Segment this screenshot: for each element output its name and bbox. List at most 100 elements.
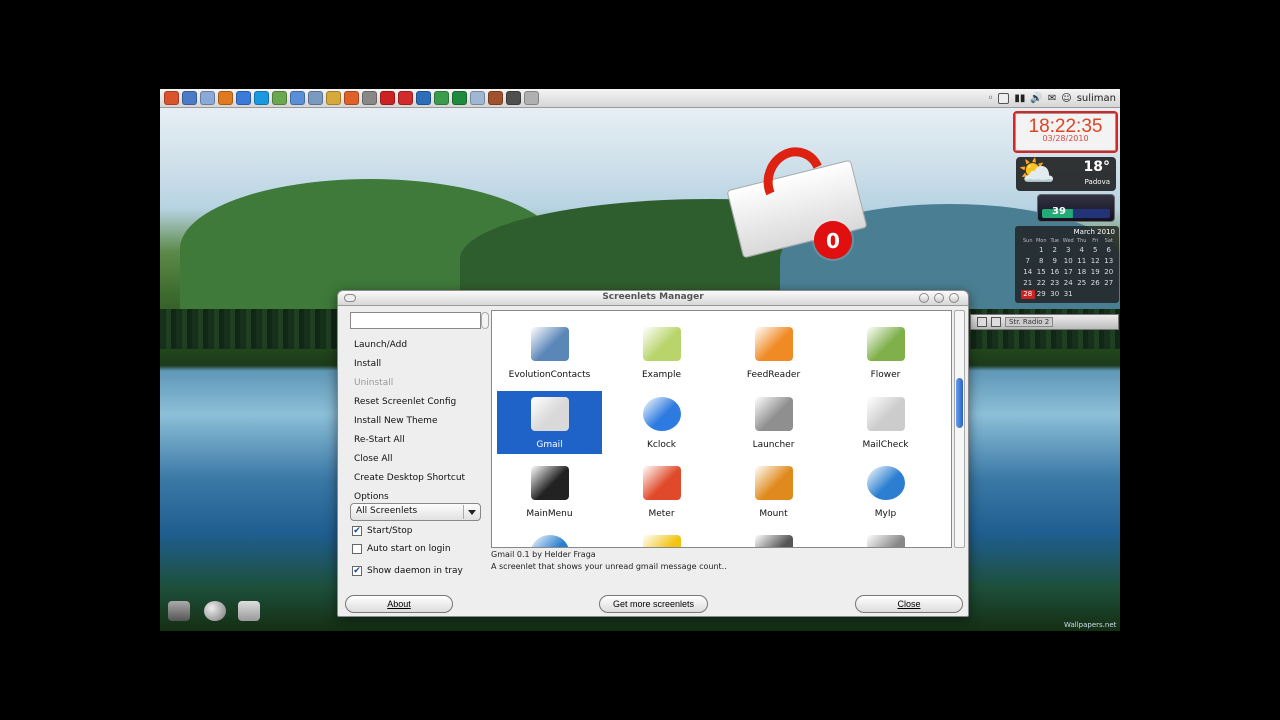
- calendar-day[interactable]: 29: [1035, 290, 1049, 299]
- calendar-day[interactable]: 7: [1021, 257, 1035, 266]
- filter-dropdown[interactable]: All Screenlets: [350, 503, 481, 521]
- calendar-day[interactable]: 6: [1102, 246, 1116, 255]
- screenlet-item[interactable]: Meter: [609, 460, 714, 523]
- checkbox-checked-icon[interactable]: ✔: [352, 526, 362, 536]
- meter-widget[interactable]: 39: [1037, 194, 1115, 222]
- checkbox-unchecked-icon[interactable]: [352, 544, 362, 554]
- calendar-day[interactable]: 3: [1062, 246, 1076, 255]
- checkbox-start-stop[interactable]: ✔ Start/Stop: [352, 524, 412, 538]
- calendar-day[interactable]: 4: [1075, 246, 1089, 255]
- action-launch-add[interactable]: Launch/Add: [354, 337, 407, 353]
- close-window-button[interactable]: [949, 293, 959, 303]
- screenlet-item[interactable]: Kclock: [609, 391, 714, 454]
- screenlet-item[interactable]: Mount: [721, 460, 826, 523]
- app-launcher-icon[interactable]: [470, 91, 485, 105]
- calendar-day[interactable]: 31: [1062, 290, 1076, 299]
- computer-icon[interactable]: [168, 601, 190, 621]
- app-launcher-icon[interactable]: [362, 91, 377, 105]
- grid-scrollbar-thumb[interactable]: [956, 378, 963, 428]
- clock-widget[interactable]: 18:22:35 03/28/2010: [1013, 111, 1118, 153]
- calendar-day[interactable]: 22: [1035, 279, 1049, 288]
- calendar-day[interactable]: 10: [1062, 257, 1076, 266]
- calendar-day[interactable]: 5: [1089, 246, 1103, 255]
- app-launcher-icon[interactable]: [344, 91, 359, 105]
- folder-icon[interactable]: [238, 601, 260, 621]
- calendar-day[interactable]: 11: [1075, 257, 1089, 266]
- app-launcher-icon[interactable]: [524, 91, 539, 105]
- action-re-start-all[interactable]: Re-Start All: [354, 432, 405, 448]
- calendar-day[interactable]: 2: [1048, 246, 1062, 255]
- action-create-desktop-shortcut[interactable]: Create Desktop Shortcut: [354, 470, 465, 486]
- screenlet-item[interactable]: Gmail: [497, 391, 602, 454]
- app-launcher-icon[interactable]: [488, 91, 503, 105]
- calendar-day[interactable]: 16: [1048, 268, 1062, 277]
- app-launcher-icon[interactable]: [200, 91, 215, 105]
- checkbox-checked-icon[interactable]: ✔: [352, 566, 362, 576]
- calendar-day[interactable]: 9: [1048, 257, 1062, 266]
- globe-icon[interactable]: [204, 601, 226, 621]
- app-launcher-icon[interactable]: [290, 91, 305, 105]
- screenlet-item[interactable]: Flower: [833, 321, 938, 384]
- search-scroll-handle[interactable]: [481, 312, 489, 329]
- calendar-day[interactable]: 18: [1075, 268, 1089, 277]
- grid-scrollbar[interactable]: [954, 310, 965, 548]
- screenlet-item[interactable]: [609, 529, 714, 547]
- screenlet-item[interactable]: FeedReader: [721, 321, 826, 384]
- calendar-day[interactable]: 28: [1021, 290, 1035, 299]
- minimize-button[interactable]: [919, 293, 929, 303]
- calendar-widget[interactable]: March 2010 Sun Mon Tue Wed Thu Fri Sat 1234567…: [1015, 226, 1119, 303]
- search-input[interactable]: [350, 312, 481, 329]
- window-list-icon[interactable]: [998, 92, 1010, 104]
- app-launcher-icon[interactable]: [452, 91, 467, 105]
- action-install-new-theme[interactable]: Install New Theme: [354, 413, 438, 429]
- calendar-day[interactable]: 23: [1048, 279, 1062, 288]
- calendar-day[interactable]: 15: [1035, 268, 1049, 277]
- stop-icon[interactable]: [991, 317, 1001, 327]
- calendar-day[interactable]: 26: [1089, 279, 1103, 288]
- app-launcher-icon[interactable]: [164, 91, 179, 105]
- action-reset-screenlet-config[interactable]: Reset Screenlet Config: [354, 394, 456, 410]
- weather-widget[interactable]: ⛅ 18° Padova: [1016, 155, 1116, 191]
- calendar-day[interactable]: 1: [1035, 246, 1049, 255]
- menu-indicator-icon[interactable]: ◦: [987, 93, 993, 104]
- screenlet-item[interactable]: [833, 529, 938, 547]
- gmail-desktop-widget[interactable]: 0: [725, 138, 870, 260]
- calendar-day[interactable]: 30: [1048, 290, 1062, 299]
- action-close-all[interactable]: Close All: [354, 451, 393, 467]
- calendar-day[interactable]: 13: [1102, 257, 1116, 266]
- app-launcher-icon[interactable]: [416, 91, 431, 105]
- screenlet-item[interactable]: MailCheck: [833, 391, 938, 454]
- calendar-day[interactable]: 14: [1021, 268, 1035, 277]
- screenlet-item[interactable]: [497, 529, 602, 547]
- screenlet-item[interactable]: Launcher: [721, 391, 826, 454]
- app-launcher-icon[interactable]: [182, 91, 197, 105]
- calendar-day[interactable]: 20: [1102, 268, 1116, 277]
- checkbox-auto-start-on-login[interactable]: Auto start on login: [352, 542, 451, 556]
- app-launcher-icon[interactable]: [326, 91, 341, 105]
- app-launcher-icon[interactable]: [272, 91, 287, 105]
- screenlet-item[interactable]: MainMenu: [497, 460, 602, 523]
- app-launcher-icon[interactable]: [236, 91, 251, 105]
- window-titlebar[interactable]: Screenlets Manager: [338, 291, 968, 306]
- app-launcher-icon[interactable]: [398, 91, 413, 105]
- play-icon[interactable]: [977, 317, 987, 327]
- calendar-day[interactable]: 27: [1102, 279, 1116, 288]
- app-launcher-icon[interactable]: [380, 91, 395, 105]
- mail-tray-icon[interactable]: ✉: [1048, 93, 1056, 104]
- maximize-button[interactable]: [934, 293, 944, 303]
- calendar-day[interactable]: 21: [1021, 279, 1035, 288]
- checkbox-show-daemon-in-tray[interactable]: ✔ Show daemon in tray: [352, 564, 463, 578]
- calendar-day[interactable]: 12: [1089, 257, 1103, 266]
- screenlet-item[interactable]: Example: [609, 321, 714, 384]
- calendar-day[interactable]: 8: [1035, 257, 1049, 266]
- app-launcher-icon[interactable]: [434, 91, 449, 105]
- volume-icon[interactable]: 🔊: [1030, 93, 1042, 104]
- calendar-day[interactable]: 19: [1089, 268, 1103, 277]
- network-icon[interactable]: ▮▮: [1014, 93, 1025, 104]
- screenlet-item[interactable]: EvolutionContacts: [497, 321, 602, 384]
- username-label[interactable]: suliman: [1077, 93, 1116, 104]
- app-launcher-icon[interactable]: [218, 91, 233, 105]
- app-launcher-icon[interactable]: [506, 91, 521, 105]
- calendar-day[interactable]: 24: [1062, 279, 1076, 288]
- app-launcher-icon[interactable]: [308, 91, 323, 105]
